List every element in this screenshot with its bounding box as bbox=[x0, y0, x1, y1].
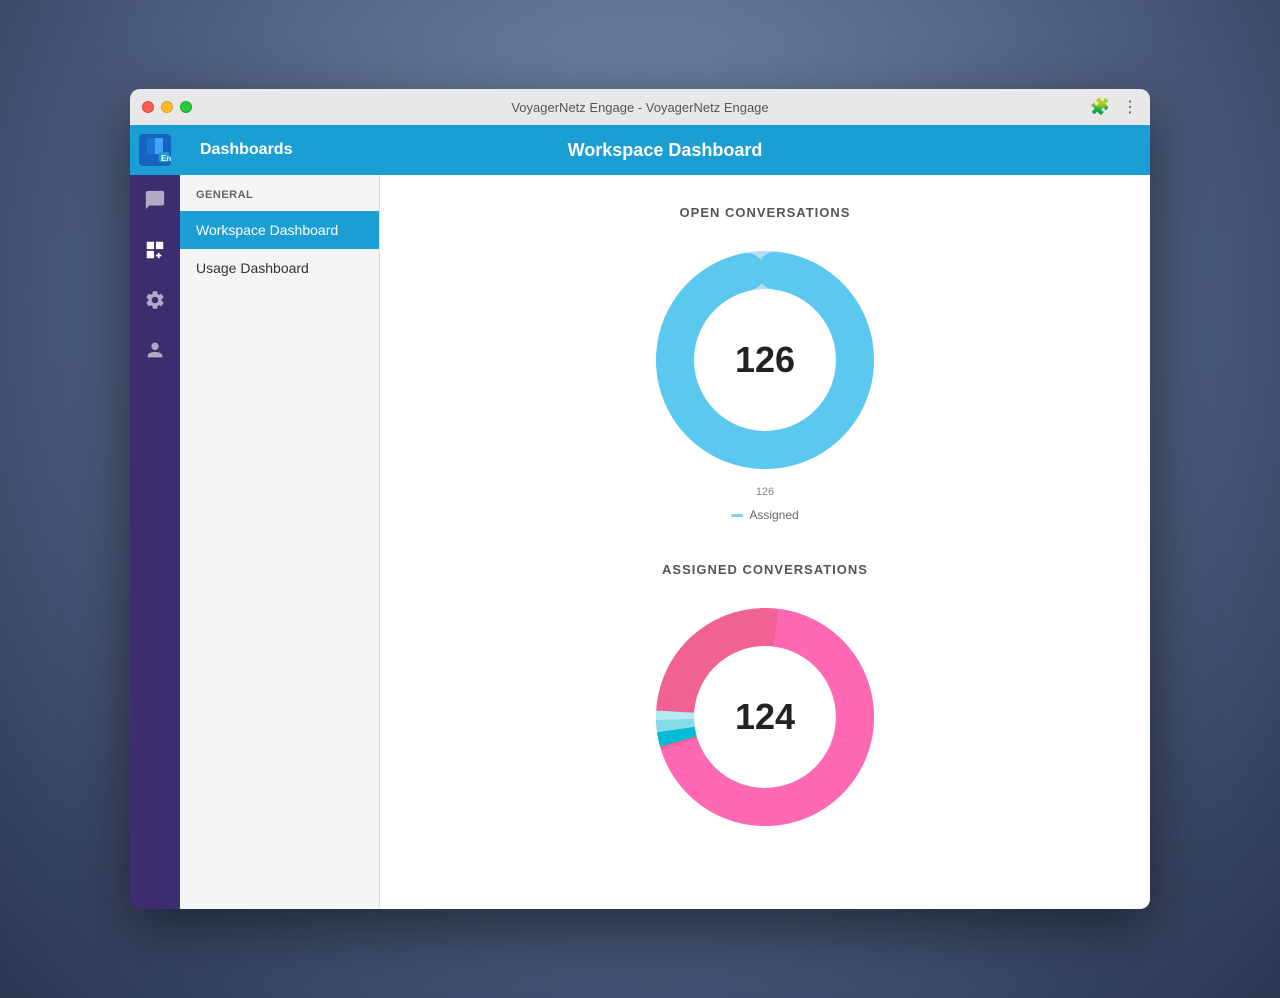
sidebar-section-general: GENERAL bbox=[180, 175, 379, 211]
sidebar-item-conversations[interactable] bbox=[130, 175, 180, 225]
sidebar-icons: En bbox=[130, 125, 180, 909]
assigned-conversations-section: ASSIGNED CONVERSATIONS bbox=[515, 562, 1015, 837]
sidebar-item-profile[interactable] bbox=[130, 325, 180, 375]
open-conversations-title: OPEN CONVERSATIONS bbox=[680, 205, 851, 220]
assigned-conversations-chart: 124 bbox=[645, 597, 885, 837]
sidebar-item-workspace-dashboard[interactable]: Workspace Dashboard bbox=[180, 211, 379, 249]
sidebar-item-dashboards[interactable] bbox=[130, 225, 180, 275]
window-title: VoyagerNetz Engage - VoyagerNetz Engage bbox=[511, 100, 768, 115]
close-button[interactable] bbox=[142, 101, 154, 113]
app-container: En bbox=[130, 125, 1150, 909]
title-bar-actions: 🧩 ⋮ bbox=[1090, 97, 1138, 117]
sidebar-menu: GENERAL Workspace Dashboard Usage Dashbo… bbox=[180, 175, 380, 909]
header-section-label: Dashboards bbox=[200, 141, 400, 159]
content-area: OPEN CONVERSATIONS 126 bbox=[380, 175, 1150, 909]
minimize-button[interactable] bbox=[161, 101, 173, 113]
open-conversations-total: 126 bbox=[735, 339, 795, 381]
open-conversations-chart: 126 bbox=[645, 240, 885, 480]
traffic-lights bbox=[142, 101, 192, 113]
app-header: Dashboards Workspace Dashboard bbox=[180, 125, 1150, 175]
app-window: VoyagerNetz Engage - VoyagerNetz Engage … bbox=[130, 89, 1150, 909]
more-options-icon[interactable]: ⋮ bbox=[1122, 97, 1138, 117]
assigned-conversations-total: 124 bbox=[735, 696, 795, 738]
legend-color-assigned bbox=[731, 514, 743, 517]
app-logo: En bbox=[130, 125, 180, 175]
assigned-conversations-title: ASSIGNED CONVERSATIONS bbox=[662, 562, 868, 577]
sidebar-item-usage-dashboard[interactable]: Usage Dashboard bbox=[180, 249, 379, 287]
open-conversations-section: OPEN CONVERSATIONS 126 bbox=[515, 205, 1015, 522]
legend-label-assigned: Assigned bbox=[749, 508, 798, 522]
main-layout: GENERAL Workspace Dashboard Usage Dashbo… bbox=[180, 175, 1150, 909]
open-conversations-legend: Assigned bbox=[731, 508, 798, 522]
title-bar: VoyagerNetz Engage - VoyagerNetz Engage … bbox=[130, 89, 1150, 125]
open-conversations-legend-value: 126 bbox=[756, 486, 774, 498]
header-page-title: Workspace Dashboard bbox=[400, 140, 930, 161]
puzzle-icon[interactable]: 🧩 bbox=[1090, 97, 1110, 117]
maximize-button[interactable] bbox=[180, 101, 192, 113]
sidebar-item-settings[interactable] bbox=[130, 275, 180, 325]
logo-inner: En bbox=[139, 134, 171, 166]
svg-text:En: En bbox=[161, 154, 171, 163]
